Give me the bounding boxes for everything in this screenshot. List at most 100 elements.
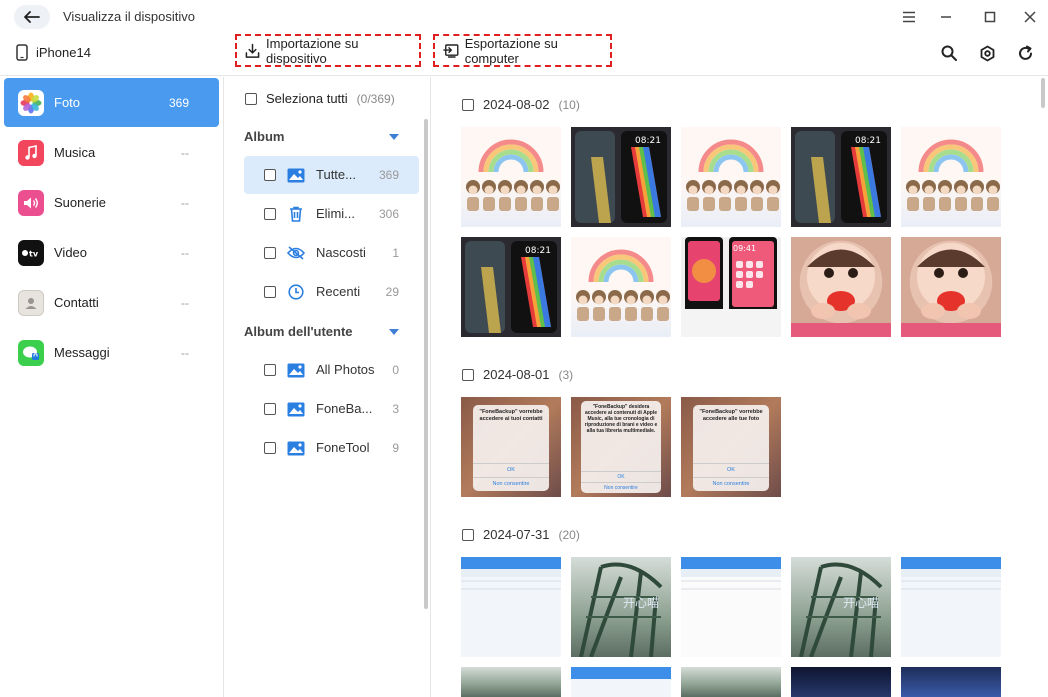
- album-row-all[interactable]: Tutte... 369: [244, 156, 419, 194]
- album-row-fonebackup[interactable]: FoneBa... 3: [244, 390, 419, 428]
- minimize-button[interactable]: [937, 8, 955, 26]
- music-icon: [18, 139, 44, 166]
- device-selector[interactable]: iPhone14: [16, 44, 91, 61]
- album-row-recent[interactable]: Recenti 29: [244, 273, 419, 311]
- close-button[interactable]: [1021, 8, 1039, 26]
- photo-thumbnail[interactable]: [461, 667, 561, 697]
- gear-icon: [980, 45, 994, 61]
- album-row-fonetool[interactable]: FoneTool 9: [244, 429, 419, 467]
- contacts-icon: [18, 289, 44, 316]
- homescreen-screenshot: 09:41: [681, 237, 781, 337]
- messages-icon: [18, 339, 44, 366]
- photo-thumbnail[interactable]: [681, 667, 781, 697]
- checkbox[interactable]: [264, 286, 276, 298]
- album-name: Nascosti: [316, 245, 366, 260]
- nav-count: --: [181, 145, 189, 160]
- album-count: 29: [385, 285, 399, 299]
- caption-text: 开心喵: [843, 596, 879, 610]
- select-all-label: Seleziona tutti: [266, 91, 348, 106]
- menu-button[interactable]: [900, 8, 918, 26]
- album-count: 9: [392, 441, 399, 455]
- rainbow-illustration: [686, 139, 780, 211]
- photo-thumbnail[interactable]: [901, 557, 1001, 657]
- group-date: 2024-08-02: [483, 97, 550, 112]
- toolbar: iPhone14 Importazione su dispositivo Esp…: [0, 34, 1048, 76]
- photo-thumbnail[interactable]: "FoneBackup" vorrebbe accedere alle tue …: [681, 397, 781, 497]
- photo-scrollbar[interactable]: [1041, 78, 1045, 108]
- nav-count: --: [181, 245, 189, 260]
- collapse-user-album-icon[interactable]: [389, 329, 399, 335]
- album-count: 3: [392, 402, 399, 416]
- nav-count: 369: [168, 95, 189, 110]
- refresh-button[interactable]: [1016, 44, 1034, 62]
- album-name: Tutte...: [316, 167, 356, 182]
- photo-thumbnail[interactable]: "FoneBackup" vorrebbe accedere ai tuoi c…: [461, 397, 561, 497]
- checkbox[interactable]: [245, 92, 257, 105]
- collapse-album-icon[interactable]: [389, 134, 399, 140]
- category-sidebar: Foto 369 Musica -- Suonerie -- tv Video …: [0, 77, 224, 697]
- back-button[interactable]: [14, 5, 50, 29]
- nav-item-photos[interactable]: Foto 369: [4, 78, 219, 127]
- checkbox[interactable]: [462, 528, 474, 541]
- photo-thumbnail[interactable]: [681, 127, 781, 227]
- nav-item-music[interactable]: Musica --: [4, 128, 219, 177]
- photo-thumbnail[interactable]: [461, 127, 561, 227]
- album-row-hidden[interactable]: Nascosti 1: [244, 234, 419, 272]
- import-label: Importazione su dispositivo: [266, 35, 359, 66]
- dialog-ok: OK: [581, 471, 661, 480]
- photo-thumbnail[interactable]: [791, 237, 891, 337]
- nav-item-contacts[interactable]: Contatti --: [4, 278, 219, 327]
- maximize-button[interactable]: [981, 8, 999, 26]
- nav-label: Suonerie: [54, 195, 107, 210]
- photo-thumbnail[interactable]: 开心喵: [571, 557, 671, 657]
- photo-thumbnail[interactable]: 开心喵: [791, 557, 891, 657]
- export-button[interactable]: Esportazione su computer: [433, 34, 612, 67]
- settings-button[interactable]: [978, 44, 996, 62]
- photo-thumbnail[interactable]: [901, 127, 1001, 227]
- window-title: Visualizza il dispositivo: [63, 9, 195, 24]
- photo-thumbnail[interactable]: 08:21: [571, 127, 671, 227]
- device-name: iPhone14: [36, 45, 91, 60]
- album-scrollbar[interactable]: [424, 119, 428, 609]
- checkbox[interactable]: [264, 442, 276, 454]
- photo-thumbnail[interactable]: "FoneBackup" desidera accedere ai conten…: [571, 397, 671, 497]
- checkbox[interactable]: [264, 208, 276, 220]
- photo-grid: 2024-08-02 (10) 08:21 08:21 08:21 09:41 …: [432, 77, 1048, 697]
- photos-icon: [18, 89, 44, 116]
- checkbox[interactable]: [264, 169, 276, 181]
- dialog-title: "FoneBackup" desidera accedere ai conten…: [584, 404, 658, 434]
- photo-thumbnail[interactable]: [571, 667, 671, 697]
- select-all-checkbox[interactable]: Seleziona tutti (0/369): [245, 91, 395, 106]
- checkbox[interactable]: [264, 364, 276, 376]
- date-group-header[interactable]: 2024-07-31 (20): [462, 527, 580, 542]
- photo-thumbnail[interactable]: [901, 237, 1001, 337]
- photo-thumbnail[interactable]: 08:21: [791, 127, 891, 227]
- nav-item-ringtones[interactable]: Suonerie --: [4, 178, 219, 227]
- nav-item-video[interactable]: tv Video --: [4, 228, 219, 277]
- album-row-deleted[interactable]: Elimi... 306: [244, 195, 419, 233]
- photo-thumbnail[interactable]: [461, 557, 561, 657]
- checkbox[interactable]: [462, 98, 474, 111]
- photo-thumbnail[interactable]: [681, 557, 781, 657]
- checkbox[interactable]: [264, 247, 276, 259]
- photo-thumbnail[interactable]: [571, 237, 671, 337]
- date-group-header[interactable]: 2024-08-01 (3): [462, 367, 573, 382]
- lockscreen-screenshot: 08:21: [465, 241, 557, 333]
- rollercoaster-photo: 开心喵: [799, 562, 883, 657]
- import-button[interactable]: Importazione su dispositivo: [235, 34, 421, 67]
- checkbox[interactable]: [264, 403, 276, 415]
- checkbox[interactable]: [462, 368, 474, 381]
- search-button[interactable]: [940, 44, 958, 62]
- photo-thumbnail[interactable]: [791, 667, 891, 697]
- nav-item-messages[interactable]: Messaggi --: [4, 328, 219, 377]
- app-screenshot: [901, 557, 1001, 590]
- user-album-section-header: Album dell'utente: [244, 324, 353, 339]
- photo-thumbnail[interactable]: 08:21: [461, 237, 561, 337]
- clock-text: 08:21: [855, 136, 881, 146]
- album-row-all-photos[interactable]: All Photos 0: [244, 351, 419, 389]
- group-count: (3): [558, 367, 574, 382]
- rollercoaster-photo: 开心喵: [579, 562, 663, 657]
- date-group-header[interactable]: 2024-08-02 (10): [462, 97, 580, 112]
- photo-thumbnail[interactable]: [901, 667, 1001, 697]
- photo-thumbnail[interactable]: 09:41: [681, 237, 781, 337]
